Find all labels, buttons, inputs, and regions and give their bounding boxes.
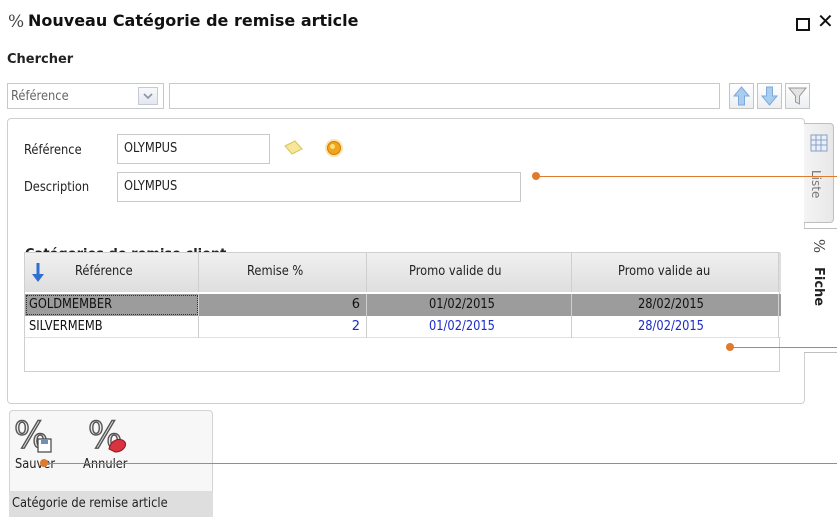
column-label: Promo valide au [618, 264, 711, 279]
sun-icon[interactable] [322, 136, 346, 160]
grid-list-icon [810, 134, 828, 152]
cancel-label: Annuler [83, 457, 128, 472]
tab-liste-label: Liste [809, 170, 823, 199]
table-row[interactable]: SILVERMEMB 2 01/02/2015 28/02/2015 [25, 316, 781, 338]
chevron-down-icon [143, 93, 153, 100]
callout-dot [532, 172, 540, 180]
cell-text: 28/02/2015 [638, 297, 704, 312]
close-icon[interactable]: ✕ [817, 11, 834, 31]
cell-text: 28/02/2015 [638, 319, 704, 334]
dropdown-button[interactable] [138, 87, 158, 105]
next-button[interactable] [757, 83, 782, 109]
cell-remise: 6 [199, 294, 367, 316]
sort-descending-icon [32, 263, 44, 282]
column-header-promo-du[interactable]: Promo valide du [367, 253, 572, 292]
tab-fiche[interactable]: % Fiche [804, 228, 837, 353]
discount-percent-icon: % [8, 12, 25, 32]
cell-reference: SILVERMEMB [25, 316, 199, 338]
window-title: Nouveau Catégorie de remise article [28, 11, 359, 30]
arrow-down-icon [760, 86, 779, 106]
arrow-up-icon [732, 86, 751, 106]
column-label: Promo valide du [409, 264, 502, 279]
customer-discount-grid: Référence Remise % Promo valide du Promo… [24, 252, 781, 372]
cell-text: SILVERMEMB [29, 319, 103, 334]
save-icon: % [13, 415, 52, 455]
cell-text: 6 [351, 297, 360, 312]
column-header-promo-au[interactable]: Promo valide au [572, 253, 779, 292]
save-label: Sauver [15, 457, 56, 472]
previous-button[interactable] [729, 83, 754, 109]
note-icon[interactable] [281, 137, 305, 159]
table-row[interactable]: GOLDMEMBER 6 01/02/2015 28/02/2015 [25, 294, 781, 316]
column-header-reference[interactable]: Référence [25, 253, 199, 292]
cancel-button[interactable]: % Annuler [83, 413, 141, 473]
column-header-remise[interactable]: Remise % [199, 253, 367, 292]
maximize-icon[interactable] [796, 18, 810, 31]
cell-text: 01/02/2015 [429, 297, 495, 312]
callout-line [536, 176, 837, 177]
callout-line [730, 347, 837, 348]
search-field-value: Référence [11, 89, 69, 104]
ribbon-group-caption-text: Catégorie de remise article [12, 496, 168, 511]
cell-promo-au: 28/02/2015 [572, 294, 779, 316]
tab-liste[interactable]: Liste [804, 123, 834, 223]
description-input[interactable]: OLYMPUS [117, 172, 521, 202]
window-title-bar: % Nouveau Catégorie de remise article ✕ [0, 0, 837, 50]
cell-promo-du: 01/02/2015 [367, 294, 572, 316]
cell-remise: 2 [199, 316, 367, 338]
description-value: OLYMPUS [124, 179, 178, 194]
column-label: Remise % [247, 264, 304, 279]
reference-label: Référence [24, 143, 82, 158]
header-filler [779, 253, 781, 292]
cell-promo-du: 01/02/2015 [367, 316, 572, 338]
search-field-select[interactable]: Référence [7, 83, 164, 109]
column-label: Référence [75, 264, 133, 279]
cell-text: GOLDMEMBER [29, 297, 113, 312]
cancel-icon: % [87, 415, 126, 455]
ribbon-group-caption: Catégorie de remise article [9, 491, 213, 517]
callout-dot [40, 459, 48, 467]
cell-text: 01/02/2015 [429, 319, 495, 334]
cell-reference: GOLDMEMBER [25, 294, 199, 316]
tab-fiche-label: Fiche [811, 267, 826, 307]
callout-dot [726, 343, 734, 351]
cell-promo-au: 28/02/2015 [572, 316, 779, 338]
reference-input[interactable]: OLYMPUS [117, 134, 270, 164]
search-input[interactable] [169, 83, 720, 109]
filter-button[interactable] [785, 83, 810, 109]
discount-percent-icon: % [810, 238, 829, 254]
description-label: Description [24, 180, 90, 195]
callout-line [44, 463, 837, 464]
search-label: Chercher [7, 52, 74, 67]
reference-value: OLYMPUS [124, 141, 178, 156]
cell-text: 2 [351, 319, 360, 334]
filter-icon [787, 87, 808, 105]
